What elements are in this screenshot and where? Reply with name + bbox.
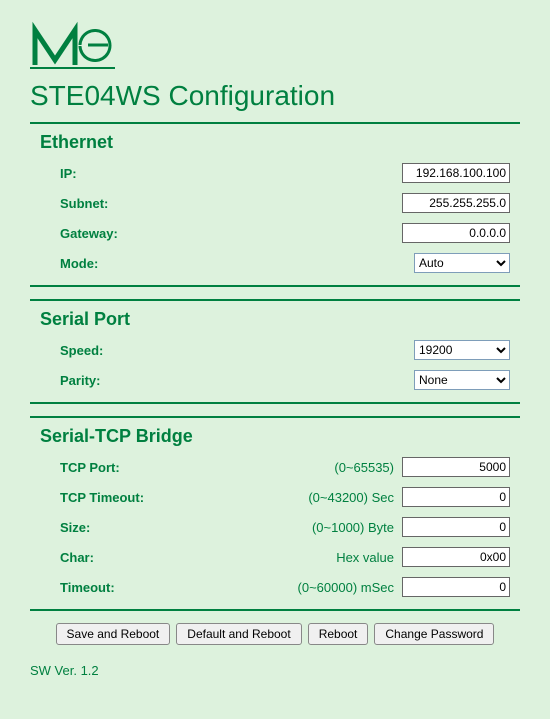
- parity-select[interactable]: None: [414, 370, 510, 390]
- speed-label: Speed:: [60, 343, 170, 358]
- subnet-label: Subnet:: [60, 196, 170, 211]
- timeout-input[interactable]: [402, 577, 510, 597]
- tcp-timeout-input[interactable]: [402, 487, 510, 507]
- mode-select[interactable]: Auto: [414, 253, 510, 273]
- tcp-port-label: TCP Port:: [60, 460, 170, 475]
- char-input[interactable]: [402, 547, 510, 567]
- tcp-port-hint: (0~65535): [170, 460, 402, 475]
- speed-select[interactable]: 19200: [414, 340, 510, 360]
- button-row: Save and Reboot Default and Reboot Reboo…: [30, 623, 520, 645]
- bridge-title: Serial-TCP Bridge: [40, 426, 510, 447]
- gateway-label: Gateway:: [60, 226, 170, 241]
- bridge-section: Serial-TCP Bridge TCP Port: (0~65535) TC…: [30, 416, 520, 611]
- char-hint: Hex value: [170, 550, 402, 565]
- tcp-timeout-hint: (0~43200) Sec: [170, 490, 402, 505]
- default-reboot-button[interactable]: Default and Reboot: [176, 623, 301, 645]
- gateway-input[interactable]: [402, 223, 510, 243]
- size-label: Size:: [60, 520, 170, 535]
- tcp-port-input[interactable]: [402, 457, 510, 477]
- char-label: Char:: [60, 550, 170, 565]
- change-password-button[interactable]: Change Password: [374, 623, 494, 645]
- mode-label: Mode:: [60, 256, 170, 271]
- logo: [30, 20, 520, 75]
- subnet-input[interactable]: [402, 193, 510, 213]
- serial-title: Serial Port: [40, 309, 510, 330]
- timeout-label: Timeout:: [60, 580, 170, 595]
- parity-label: Parity:: [60, 373, 170, 388]
- version-text: SW Ver. 1.2: [30, 663, 520, 678]
- size-input[interactable]: [402, 517, 510, 537]
- ethernet-section: Ethernet IP: Subnet: Gateway: Mode: Auto: [30, 122, 520, 287]
- page-title: STE04WS Configuration: [30, 80, 520, 112]
- timeout-hint: (0~60000) mSec: [170, 580, 402, 595]
- size-hint: (0~1000) Byte: [170, 520, 402, 535]
- serial-section: Serial Port Speed: 19200 Parity: None: [30, 299, 520, 404]
- save-reboot-button[interactable]: Save and Reboot: [56, 623, 171, 645]
- ethernet-title: Ethernet: [40, 132, 510, 153]
- ip-label: IP:: [60, 166, 170, 181]
- ip-input[interactable]: [402, 163, 510, 183]
- reboot-button[interactable]: Reboot: [308, 623, 369, 645]
- tcp-timeout-label: TCP Timeout:: [60, 490, 170, 505]
